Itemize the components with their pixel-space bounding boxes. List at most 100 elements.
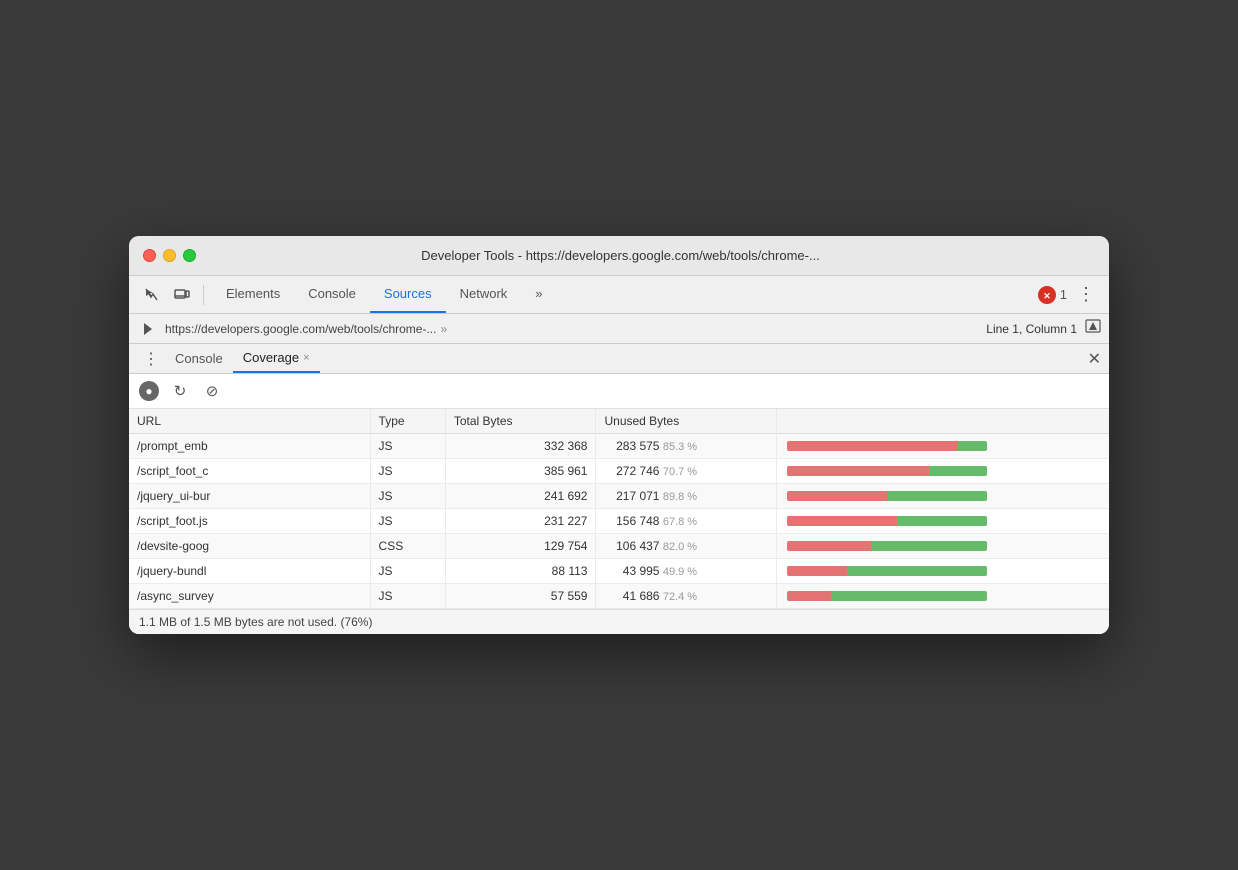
col-header-bar [777, 409, 1109, 434]
used-bar-segment [831, 591, 987, 601]
col-header-url[interactable]: URL [129, 409, 370, 434]
cell-total-bytes: 57 559 [445, 584, 596, 609]
devtools-window: Developer Tools - https://developers.goo… [129, 236, 1109, 634]
cell-type: JS [370, 484, 445, 509]
drawer-menu-icon[interactable]: ⋮ [137, 349, 165, 369]
cell-unused-bytes: 272 746 70.7 % [596, 459, 777, 484]
table-row[interactable]: /devsite-googCSS129 754106 437 82.0 % [129, 534, 1109, 559]
table-row[interactable]: /async_surveyJS57 55941 686 72.4 % [129, 584, 1109, 609]
cell-type: JS [370, 559, 445, 584]
drawer-tabs: ⋮ Console Coverage × ✕ [129, 344, 1109, 374]
error-count-area: ✕ 1 [1038, 286, 1067, 304]
tab-sources[interactable]: Sources [370, 276, 446, 313]
cell-url: /async_survey [129, 584, 370, 609]
window-title: Developer Tools - https://developers.goo… [146, 248, 1095, 263]
cell-unused-bytes: 217 071 89.8 % [596, 484, 777, 509]
drawer: ⋮ Console Coverage × ✕ ● ↻ ⊘ URL Type [129, 344, 1109, 634]
inspect-icon[interactable] [139, 282, 165, 308]
unused-bar-segment [787, 466, 929, 476]
cell-type: CSS [370, 534, 445, 559]
usage-bar [787, 441, 987, 451]
cell-url: /jquery-bundl [129, 559, 370, 584]
col-header-unused[interactable]: Unused Bytes [596, 409, 777, 434]
drawer-tab-console[interactable]: Console [165, 344, 233, 373]
used-bar-segment [871, 541, 987, 551]
col-header-total[interactable]: Total Bytes [445, 409, 596, 434]
usage-bar [787, 466, 987, 476]
tab-network[interactable]: Network [446, 276, 522, 313]
coverage-table-container: URL Type Total Bytes Unused Bytes /promp… [129, 409, 1109, 609]
drawer-close-button[interactable]: ✕ [1088, 349, 1101, 369]
unused-bar-segment [787, 491, 887, 501]
status-text: 1.1 MB of 1.5 MB bytes are not used. (76… [139, 615, 372, 629]
tab-more[interactable]: » [521, 276, 556, 313]
cell-bar [777, 459, 1109, 484]
cell-bar [777, 584, 1109, 609]
cell-total-bytes: 88 113 [445, 559, 596, 584]
cell-url: /script_foot_c [129, 459, 370, 484]
usage-bar [787, 566, 987, 576]
used-bar-segment [887, 491, 987, 501]
format-icon[interactable] [1085, 318, 1101, 339]
drawer-tab-close-icon[interactable]: × [303, 352, 309, 364]
table-row[interactable]: /script_foot.jsJS231 227156 748 67.8 % [129, 509, 1109, 534]
cell-total-bytes: 241 692 [445, 484, 596, 509]
cell-total-bytes: 231 227 [445, 509, 596, 534]
clear-button[interactable]: ⊘ [201, 380, 223, 402]
used-bar-segment [847, 566, 987, 576]
used-bar-segment [897, 516, 987, 526]
devtools-toolbar: Elements Console Sources Network » ✕ 1 ⋮ [129, 276, 1109, 314]
usage-bar [787, 491, 987, 501]
usage-bar [787, 591, 987, 601]
toolbar-right: ✕ 1 ⋮ [1038, 284, 1099, 305]
table-row[interactable]: /script_foot_cJS385 961272 746 70.7 % [129, 459, 1109, 484]
record-button[interactable]: ● [139, 381, 159, 401]
toolbar-separator [203, 285, 204, 305]
cell-bar [777, 484, 1109, 509]
table-header-row: URL Type Total Bytes Unused Bytes [129, 409, 1109, 434]
svg-text:✕: ✕ [1043, 291, 1051, 301]
cell-url: /prompt_emb [129, 434, 370, 459]
table-row[interactable]: /jquery-bundlJS88 11343 995 49.9 % [129, 559, 1109, 584]
cell-total-bytes: 129 754 [445, 534, 596, 559]
unused-bar-segment [787, 441, 957, 451]
cell-bar [777, 434, 1109, 459]
table-row[interactable]: /prompt_embJS332 368283 575 85.3 % [129, 434, 1109, 459]
more-menu-icon[interactable]: ⋮ [1073, 284, 1099, 305]
status-bar: 1.1 MB of 1.5 MB bytes are not used. (76… [129, 609, 1109, 634]
cell-total-bytes: 332 368 [445, 434, 596, 459]
tab-elements[interactable]: Elements [212, 276, 294, 313]
table-row[interactable]: /jquery_ui-burJS241 692217 071 89.8 % [129, 484, 1109, 509]
cell-type: JS [370, 459, 445, 484]
cell-unused-bytes: 41 686 72.4 % [596, 584, 777, 609]
unused-bar-segment [787, 591, 831, 601]
unused-bar-segment [787, 566, 847, 576]
error-count: 1 [1060, 287, 1067, 302]
cell-type: JS [370, 434, 445, 459]
cell-bar [777, 509, 1109, 534]
cell-bar [777, 559, 1109, 584]
cell-url: /devsite-goog [129, 534, 370, 559]
tab-console[interactable]: Console [294, 276, 370, 313]
coverage-table-body: /prompt_embJS332 368283 575 85.3 %/scrip… [129, 434, 1109, 609]
usage-bar [787, 541, 987, 551]
col-header-type[interactable]: Type [370, 409, 445, 434]
status-right: Line 1, Column 1 [986, 318, 1101, 339]
secondary-toolbar: https://developers.google.com/web/tools/… [129, 314, 1109, 344]
cell-url: /jquery_ui-bur [129, 484, 370, 509]
device-icon[interactable] [169, 282, 195, 308]
refresh-button[interactable]: ↻ [169, 380, 191, 402]
used-bar-segment [957, 441, 987, 451]
breadcrumb-more: » [440, 322, 447, 336]
cell-bar [777, 534, 1109, 559]
cell-unused-bytes: 283 575 85.3 % [596, 434, 777, 459]
drawer-tab-coverage[interactable]: Coverage × [233, 344, 320, 373]
used-bar-segment [929, 466, 987, 476]
tab-list: Elements Console Sources Network » [212, 276, 1034, 313]
error-badge: ✕ [1038, 286, 1056, 304]
coverage-toolbar: ● ↻ ⊘ [129, 374, 1109, 409]
cell-type: JS [370, 509, 445, 534]
breadcrumb-text: https://developers.google.com/web/tools/… [165, 322, 436, 336]
usage-bar [787, 516, 987, 526]
play-icon-area [137, 322, 159, 336]
